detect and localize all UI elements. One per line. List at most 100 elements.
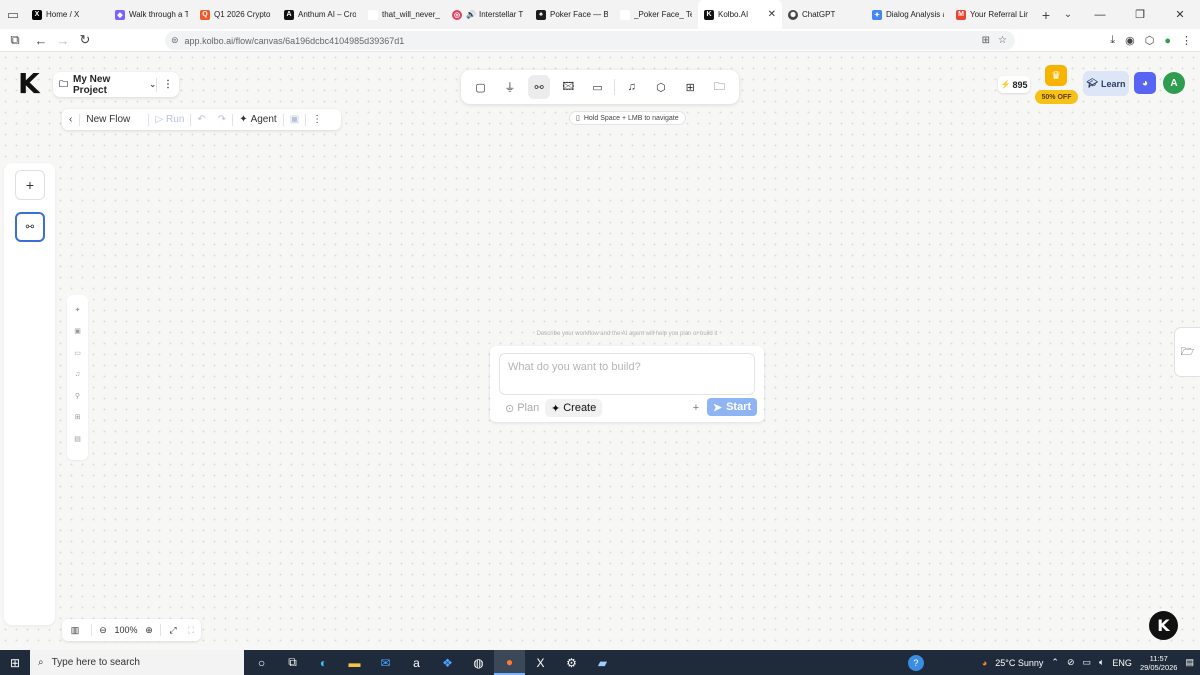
flow-menu-icon[interactable]: ⋮	[306, 109, 328, 130]
3d-cube-tool-icon[interactable]: ⬡	[650, 75, 672, 99]
create-mode-button[interactable]: ✦ Create	[545, 399, 603, 417]
browser-tab[interactable]: ♠ Poker Face — Bri	[530, 0, 614, 29]
windows-start-icon[interactable]: ⊞	[0, 650, 30, 675]
document-node-icon[interactable]: ▤	[67, 428, 88, 450]
fit-view-icon[interactable]: ⤢	[164, 619, 182, 641]
open-files-folder-icon[interactable]: 🗁	[1174, 327, 1200, 377]
edge-icon[interactable]: ◐	[308, 650, 339, 675]
video-node-icon[interactable]: ▭	[67, 342, 88, 364]
close-window-icon[interactable]: ✕	[1160, 0, 1200, 29]
favorite-star-icon[interactable]: ☆	[998, 35, 1007, 46]
zoom-out-icon[interactable]: ⊖	[95, 619, 111, 641]
kolbo-assistant-button[interactable]: K	[1149, 611, 1178, 640]
x-app-icon[interactable]: X	[525, 650, 556, 675]
collections-icon[interactable]: ⧉	[4, 29, 26, 51]
minimap-icon[interactable]: ▥	[62, 619, 88, 641]
more-menu-icon[interactable]: ⋮	[1181, 34, 1192, 47]
mail-icon[interactable]: ✉	[370, 650, 401, 675]
flow-canvas[interactable]: K 🗀 My New Project ⌄ ⋮ ‹ New Flow ▷ Run …	[0, 52, 1200, 650]
extension-green-icon[interactable]: ●	[1164, 35, 1171, 47]
file-explorer-icon[interactable]: ▬	[339, 650, 370, 675]
flow-name[interactable]: New Flow	[80, 109, 148, 130]
upgrade-crown-icon[interactable]: ♛	[1045, 65, 1067, 86]
download-icon[interactable]: ⤓	[1110, 34, 1115, 47]
promo-badge[interactable]: 50% OFF	[1035, 90, 1078, 104]
back-chevron-icon[interactable]: ‹	[62, 109, 79, 130]
close-tab-icon[interactable]: ✕	[762, 9, 776, 20]
browser-tab[interactable]: A Anthum AI – Crov	[278, 0, 362, 29]
weather-text[interactable]: 25°C Sunny	[995, 658, 1043, 668]
apps-grid-tool-icon[interactable]: ⊞	[679, 75, 701, 99]
tool-node-icon[interactable]: ⚲	[67, 385, 88, 407]
dropbox-icon[interactable]: ❖	[432, 650, 463, 675]
network-off-icon[interactable]: ⊘	[1067, 657, 1075, 668]
firefox-icon[interactable]: ●	[494, 650, 525, 675]
credits-badge[interactable]: ⚡ 895	[998, 76, 1030, 93]
new-tab-button[interactable]: +	[1034, 7, 1058, 23]
chevron-up-icon[interactable]: ⌃	[1051, 657, 1059, 668]
learn-button[interactable]: 🎓︎ Learn	[1083, 71, 1129, 96]
flow-tree-tool-icon[interactable]: ⏚	[499, 75, 521, 99]
plan-mode-button[interactable]: ⊙ Plan	[499, 399, 545, 417]
browser-tab[interactable]: Q Q1 2026 Crypto F	[194, 0, 278, 29]
prompt-input[interactable]	[499, 353, 755, 395]
video-tool-icon[interactable]: ▭	[586, 75, 608, 99]
extensions-icon[interactable]: ⬡	[1145, 34, 1155, 47]
notifications-icon[interactable]: ▤	[1185, 657, 1194, 668]
cortana-icon[interactable]: ○	[246, 650, 277, 675]
settings-gear-icon[interactable]: ⚙	[556, 650, 587, 675]
fullscreen-icon[interactable]: ⛶	[182, 619, 200, 641]
restore-icon[interactable]: ❐	[1120, 0, 1160, 29]
browser-tab[interactable]: that_will_never_w	[362, 0, 446, 29]
discord-icon[interactable]: ◕	[1134, 72, 1156, 94]
add-node-button[interactable]: +	[15, 170, 45, 200]
start-button[interactable]: ➤ Start	[707, 398, 757, 416]
browser-tab[interactable]: ✦ Dialog Analysis a	[866, 0, 950, 29]
redo-icon[interactable]: ↷	[212, 109, 232, 130]
task-view-icon[interactable]: ⧉	[277, 650, 308, 675]
agent-button[interactable]: ✦ Agent	[233, 109, 283, 130]
attach-plus-icon[interactable]: +	[689, 401, 703, 415]
image-node-icon[interactable]: ▣	[67, 321, 88, 343]
grid-node-icon[interactable]: ⊞	[67, 407, 88, 429]
folder-tool-icon[interactable]: 🗀	[708, 75, 730, 99]
taskbar-search[interactable]: ⌕ Type here to search	[30, 650, 244, 675]
project-menu-icon[interactable]: ⋮	[163, 79, 173, 90]
site-info-icon[interactable]: ⊜	[171, 35, 179, 46]
flow-tool-icon[interactable]: ⚯	[527, 75, 551, 99]
undo-icon[interactable]: ↶	[191, 109, 211, 130]
reload-icon[interactable]: ↻	[74, 29, 96, 51]
tab-actions-icon[interactable]: ▭	[0, 0, 26, 29]
browser-tab[interactable]: _Poker Face_ Texas Ho	[614, 0, 698, 29]
notepad-icon[interactable]: ▰	[587, 650, 618, 675]
app-circle-icon[interactable]: ◍	[463, 650, 494, 675]
agent-node-icon[interactable]: ✦	[67, 299, 88, 321]
project-selector[interactable]: 🗀 My New Project ⌄ ⋮	[53, 72, 179, 97]
chat-tool-icon[interactable]: ▢	[470, 75, 492, 99]
back-icon[interactable]: ←	[30, 29, 52, 51]
minimize-icon[interactable]: —	[1080, 0, 1120, 29]
flow-node-icon[interactable]: ⚯	[15, 212, 45, 242]
kolbo-logo[interactable]: K	[18, 70, 44, 98]
display-icon[interactable]: ▭	[1083, 657, 1092, 668]
browser-tab-active[interactable]: K Kolbo.AI ✕	[698, 0, 782, 29]
tab-list-chevron-icon[interactable]: ⌄	[1058, 9, 1078, 20]
image-tool-icon[interactable]: 🖾	[557, 75, 579, 99]
browser-tab[interactable]: ◎ 🔊 Interstellar T	[446, 0, 530, 29]
amazon-icon[interactable]: a	[401, 650, 432, 675]
browser-tab[interactable]: M Your Referral Link	[950, 0, 1034, 29]
browser-tab[interactable]: ◆ Walk through a Tr	[109, 0, 194, 29]
browser-tab[interactable]: X Home / X	[26, 0, 109, 29]
profile-circle-icon[interactable]: ◉	[1125, 34, 1135, 47]
zoom-in-icon[interactable]: ⊕	[141, 619, 157, 641]
save-icon[interactable]: ▣	[284, 109, 305, 130]
forward-icon[interactable]: →	[52, 29, 74, 51]
browser-tab[interactable]: ✺ ChatGPT	[782, 0, 866, 29]
url-field[interactable]: ⊜ app.kolbo.ai/flow/canvas/6a196dcbc4104…	[165, 31, 1015, 50]
install-app-icon[interactable]: ⊞	[982, 35, 990, 46]
volume-icon[interactable]: 🔈︎	[1099, 657, 1104, 668]
run-button[interactable]: ▷ Run	[149, 109, 190, 130]
help-question-icon[interactable]: ?	[907, 654, 924, 671]
clock[interactable]: 11:57 29/05/2026	[1140, 654, 1178, 672]
music-node-icon[interactable]: ♫	[67, 364, 88, 386]
